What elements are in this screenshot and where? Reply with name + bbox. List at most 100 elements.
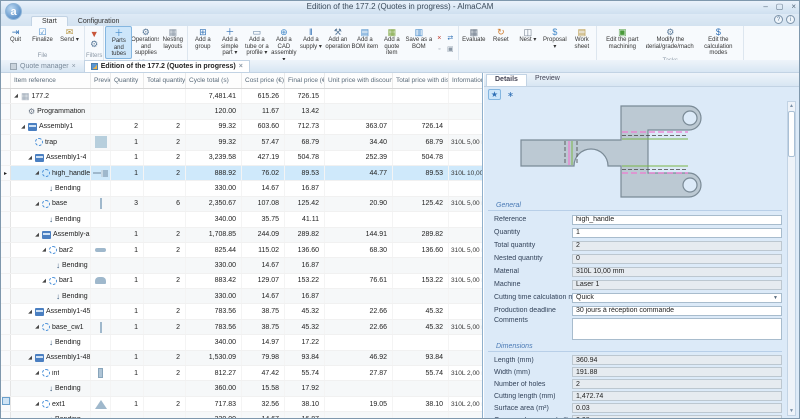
table-row[interactable]: trap1299.3257.4768.7934.4068.79310L 5,00… bbox=[1, 135, 482, 150]
table-row[interactable]: ◢bar212825.44115.02136.6068.30136.60310L… bbox=[1, 243, 482, 258]
mini-copy-button[interactable]: ▣ bbox=[445, 45, 455, 55]
table-row[interactable]: ↓Bending340.0035.7541.11 bbox=[1, 212, 482, 227]
table-row[interactable]: ◢ext112717.8332.5638.1019.0538.10310L 2,… bbox=[1, 397, 482, 412]
table-row[interactable]: ↓Bending330.0014.6716.87 bbox=[1, 289, 482, 304]
close-button[interactable]: × bbox=[791, 1, 796, 13]
table-row[interactable]: ◢base362,350.67107.08125.4220.90125.4231… bbox=[1, 197, 482, 212]
doc-tab-quote-manager[interactable]: Quote manager× bbox=[4, 60, 82, 72]
favorite-star-icon[interactable]: ★ bbox=[488, 89, 501, 100]
proposal-button[interactable]: $Proposal ▾ bbox=[541, 26, 568, 52]
table-row[interactable]: ◢Assembly1-48121,530.0979.9893.8446.9293… bbox=[1, 351, 482, 366]
tab-details[interactable]: Details bbox=[486, 74, 527, 86]
table-row[interactable]: ◢base_cw112783.5638.7545.3222.6645.32310… bbox=[1, 320, 482, 335]
add-supply-button[interactable]: ‖Add a supply ▾ bbox=[297, 26, 324, 63]
help-icon[interactable]: ? bbox=[774, 15, 783, 24]
filter-button[interactable]: ▼ bbox=[86, 29, 102, 39]
column-header-final[interactable]: Final price (€) bbox=[285, 73, 325, 88]
scroll-down-icon[interactable]: ▼ bbox=[788, 407, 795, 415]
add-simple-part-button[interactable]: ＋Add a simple part ▾ bbox=[216, 26, 243, 63]
expand-triangle-icon[interactable]: ◢ bbox=[34, 170, 40, 176]
expand-triangle-icon[interactable]: ◢ bbox=[34, 324, 40, 330]
ribbon-tab-configuration[interactable]: Configuration bbox=[68, 17, 130, 26]
table-row[interactable]: ◢Assembly1-4123,239.58427.19504.78252.39… bbox=[1, 151, 482, 166]
send-button[interactable]: ✉Send ▾ bbox=[56, 26, 83, 52]
edit-part-machining-button[interactable]: ▣Edit the part machining bbox=[598, 26, 646, 57]
filter-settings-button[interactable]: ⚙ bbox=[86, 39, 102, 49]
expand-triangle-icon[interactable]: ◢ bbox=[34, 370, 40, 376]
nest-button[interactable]: ◫Nest ▾ bbox=[514, 26, 541, 52]
column-header-qty[interactable]: Quantity bbox=[111, 73, 144, 88]
expand-triangle-icon[interactable]: ◢ bbox=[27, 355, 33, 361]
work-sheet-button[interactable]: ▤Work sheet bbox=[568, 26, 595, 52]
table-row[interactable]: ◢bar112883.42129.07153.2276.61153.22310L… bbox=[1, 274, 482, 289]
table-row[interactable]: ◢Assembly-assm25121,708.85244.09289.8214… bbox=[1, 228, 482, 243]
mini-update-button[interactable]: ⇄ bbox=[445, 34, 455, 44]
table-row[interactable]: ◢Assembly12299.32603.60712.73363.07726.1… bbox=[1, 120, 482, 135]
mini-check-errors-button[interactable]: × bbox=[434, 34, 444, 44]
table-row[interactable]: ▸◢high_handle12888.9276.0289.5344.7789.5… bbox=[1, 166, 482, 181]
column-header-tqty[interactable]: Total quantity bbox=[144, 73, 186, 88]
add-group-button[interactable]: ⊞Add a group bbox=[189, 26, 216, 63]
table-row[interactable]: ◢Assembly1-4512783.5638.7545.3222.6645.3… bbox=[1, 304, 482, 319]
expand-triangle-icon[interactable]: ◢ bbox=[20, 124, 26, 130]
close-tab-icon[interactable]: × bbox=[239, 63, 243, 70]
table-row[interactable]: ↓Bending330.0014.6716.87 bbox=[1, 412, 482, 418]
operations-and-supplies-button[interactable]: ⚙Operations and supplies bbox=[132, 26, 159, 59]
column-header-preview[interactable]: Preview bbox=[91, 73, 111, 88]
evaluate-button[interactable]: ▦Evaluate bbox=[460, 26, 487, 52]
close-tab-icon[interactable]: × bbox=[72, 63, 76, 70]
expand-triangle-icon[interactable]: ◢ bbox=[34, 401, 40, 407]
add-quote-item-button[interactable]: ▦Add a quote item bbox=[378, 26, 405, 63]
expand-triangle-icon[interactable]: ◢ bbox=[27, 155, 33, 161]
field-quantity[interactable]: 1 bbox=[572, 228, 782, 238]
mini-option-button[interactable]: ◦ bbox=[434, 45, 444, 55]
expand-triangle-icon[interactable]: ◢ bbox=[13, 93, 19, 99]
column-header-cost[interactable]: Cost price (€) bbox=[242, 73, 285, 88]
finalize-button[interactable]: ☑Finalize bbox=[29, 26, 56, 52]
reset-button[interactable]: ↻Reset bbox=[487, 26, 514, 52]
quit-button[interactable]: ⇥Quit bbox=[2, 26, 29, 52]
table-row[interactable]: ↓Bending330.0014.6716.87 bbox=[1, 258, 482, 273]
column-header-info[interactable]: Information bbox=[449, 73, 483, 88]
table-row[interactable]: ⚙Programmation120.0011.6713.42 bbox=[1, 104, 482, 119]
maximize-button[interactable]: ▢ bbox=[776, 1, 784, 13]
edit-calculation-modes-button[interactable]: $Edit the calculation modes bbox=[694, 26, 742, 57]
column-header-margin[interactable] bbox=[1, 73, 11, 88]
doc-tab-edition[interactable]: Edition of the 177.2 (Quotes in progress… bbox=[84, 60, 250, 72]
scrollbar-thumb[interactable] bbox=[788, 111, 795, 157]
add-cad-assembly-button[interactable]: ⊕Add a CAD assembly ▾ bbox=[270, 26, 297, 63]
tab-preview[interactable]: Preview bbox=[527, 74, 568, 86]
chevron-down-icon[interactable]: ▼ bbox=[771, 294, 780, 302]
panel-scrollbar[interactable]: ▲ ▼ bbox=[787, 101, 796, 416]
table-row[interactable]: ↓Bending330.0014.6716.87 bbox=[1, 181, 482, 196]
field-cutting-time-calculation-mode[interactable]: Quick▼ bbox=[572, 293, 782, 303]
nesting-layouts-button[interactable]: ▦Nesting layouts bbox=[159, 26, 186, 59]
expand-triangle-icon[interactable]: ◢ bbox=[41, 278, 47, 284]
modify-material-button[interactable]: ⚙Modify the material/grade/machine bbox=[646, 26, 694, 57]
expand-triangle-icon[interactable]: ◢ bbox=[34, 201, 40, 207]
column-header-cycle[interactable]: Cycle total (s) bbox=[186, 73, 242, 88]
table-row[interactable]: ◢▦177.27,481.41615.26726.15 bbox=[1, 89, 482, 104]
table-row[interactable]: ◢int12812.2747.4255.7427.8755.74310L 2,0… bbox=[1, 366, 482, 381]
field-comments[interactable] bbox=[572, 318, 782, 340]
column-header-tdisc[interactable]: Total price with discount (€) bbox=[393, 73, 449, 88]
field-reference[interactable]: high_handle bbox=[572, 215, 782, 225]
table-row[interactable]: ↓Bending360.0015.5817.92 bbox=[1, 381, 482, 396]
expand-triangle-icon[interactable]: ◢ bbox=[41, 247, 47, 253]
add-tube-profile-button[interactable]: ▭Add a tube or a profile ▾ bbox=[243, 26, 270, 63]
expand-triangle-icon[interactable]: ◢ bbox=[27, 309, 33, 315]
add-operation-button[interactable]: ⚒Add an operation bbox=[324, 26, 351, 63]
scroll-up-icon[interactable]: ▲ bbox=[788, 102, 795, 110]
table-row[interactable]: ↓Bending340.0014.9717.22 bbox=[1, 335, 482, 350]
parts-and-tubes-button[interactable]: ＋Parts and tubes bbox=[105, 26, 132, 59]
ribbon-tab-start[interactable]: Start bbox=[31, 16, 68, 26]
info-icon[interactable]: i bbox=[786, 15, 795, 24]
expand-triangle-icon[interactable]: ◢ bbox=[34, 232, 40, 238]
column-header-udisc[interactable]: Unit price with discount (€) bbox=[325, 73, 393, 88]
almacam-logo-icon[interactable]: a bbox=[5, 3, 22, 20]
tools-icon[interactable]: ∗ bbox=[504, 89, 517, 100]
minimize-button[interactable]: – bbox=[763, 1, 767, 13]
save-as-bom-button[interactable]: ▥Save as a BOM bbox=[405, 26, 432, 63]
add-bom-item-button[interactable]: ▤Add a BOM item bbox=[351, 26, 378, 63]
field-production-deadline[interactable]: 30 jours à réception commande bbox=[572, 306, 782, 316]
